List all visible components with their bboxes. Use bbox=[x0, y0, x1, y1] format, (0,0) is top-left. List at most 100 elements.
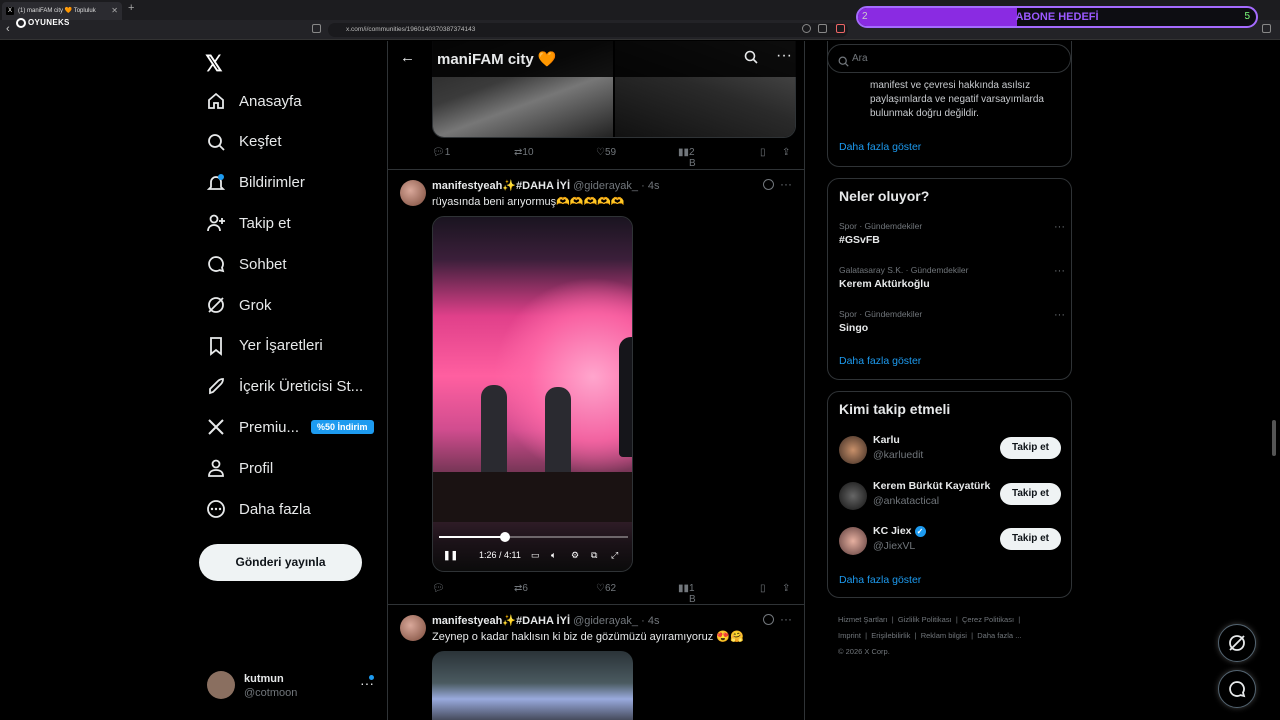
volume-icon[interactable]: 🔈︎ bbox=[551, 550, 556, 561]
repost-icon[interactable]: ⇄ 10 bbox=[514, 147, 534, 158]
avatar[interactable] bbox=[839, 482, 867, 510]
chat-fab-button[interactable] bbox=[1218, 670, 1256, 708]
more-options-icon[interactable]: ··· bbox=[776, 47, 792, 65]
avatar[interactable] bbox=[839, 527, 867, 555]
follow-button[interactable]: Takip et bbox=[1000, 437, 1061, 459]
scrollbar[interactable] bbox=[1272, 420, 1276, 456]
sidebar-item-2[interactable]: Bildirimler bbox=[205, 169, 305, 197]
tweet[interactable]: manifestyeah✨#DAHA İYİ @giderayak_ · 4s … bbox=[388, 604, 804, 720]
avatar[interactable] bbox=[400, 615, 426, 641]
tweet-author[interactable]: manifestyeah✨#DAHA İYİ @giderayak_ · 4s bbox=[432, 614, 659, 627]
tweet[interactable]: manifestyeah✨#DAHA İYİ @giderayak_ · 4s … bbox=[388, 169, 804, 605]
chat-icon bbox=[1229, 681, 1246, 698]
repost-icon[interactable]: ⇄ 6 bbox=[514, 583, 528, 594]
settings-icon[interactable]: ⚙︎ bbox=[571, 550, 579, 561]
trend-item[interactable]: Spor · Gündemdekiler Singo ··· bbox=[839, 309, 1065, 343]
tweet-text: rüyasında beni arıyormuş🫶🫶🫶🫶🫶 bbox=[432, 196, 625, 208]
show-more-link[interactable]: Daha fazla göster bbox=[839, 574, 921, 586]
back-arrow-icon[interactable]: ‹ bbox=[6, 23, 10, 35]
menu-icon[interactable] bbox=[1262, 24, 1271, 33]
brave-shield-icon[interactable] bbox=[836, 24, 845, 33]
sidebar-item-7[interactable]: İçerik Üreticisi St... bbox=[205, 373, 363, 401]
views-icon[interactable]: ▮▮ 2 B bbox=[678, 147, 696, 169]
more-options-icon[interactable]: ··· bbox=[780, 612, 792, 626]
avatar bbox=[207, 671, 235, 699]
show-more-link[interactable]: Daha fazla göster bbox=[839, 355, 921, 367]
footer-links: Hizmet Şartları | Gizlilik Politikası | … bbox=[838, 612, 1078, 660]
account-switcher[interactable]: kutmun @cotmoon ··· bbox=[207, 669, 377, 705]
search-input[interactable]: Ara bbox=[827, 44, 1071, 73]
tweet-media[interactable] bbox=[432, 651, 633, 720]
grok-icon[interactable] bbox=[763, 179, 774, 190]
post-button[interactable]: Gönderi yayınla bbox=[199, 544, 362, 581]
back-arrow-icon[interactable]: ← bbox=[400, 49, 415, 66]
sidebar-item-label: Premiu... bbox=[239, 418, 300, 436]
footer-link[interactable]: Hizmet Şartları bbox=[838, 615, 888, 624]
video-player[interactable]: ❚❚ 1:26 / 4:11 ▭ 🔈︎ ⚙︎ ⧉ ⤢ bbox=[432, 216, 633, 572]
tweet-author[interactable]: manifestyeah✨#DAHA İYİ @giderayak_ · 4s bbox=[432, 179, 659, 192]
footer-link[interactable]: Çerez Politikası bbox=[962, 615, 1014, 624]
x-logo-icon[interactable]: 𝕏 bbox=[205, 51, 223, 77]
sidebar-item-8[interactable]: Premiu... %50 İndirim bbox=[205, 413, 374, 441]
reply-icon[interactable]: 💬︎ bbox=[432, 583, 445, 594]
pip-icon[interactable]: ⧉ bbox=[591, 550, 597, 561]
follow-button[interactable]: Takip et bbox=[1000, 528, 1061, 550]
fullscreen-icon[interactable]: ⤢ bbox=[611, 550, 618, 561]
sidebar-item-4[interactable]: Sohbet bbox=[205, 250, 287, 278]
captions-icon[interactable]: ▭ bbox=[531, 550, 540, 561]
close-tab-icon[interactable]: ✕ bbox=[111, 2, 118, 20]
address-bar[interactable]: x.com/i/communities/1960140370387374143 bbox=[328, 23, 848, 37]
pause-icon[interactable]: ❚❚ bbox=[443, 550, 458, 561]
footer-link[interactable]: Daha fazla ... bbox=[977, 631, 1021, 640]
more-options-icon[interactable]: ··· bbox=[1054, 265, 1065, 277]
trend-name: #GSvFB bbox=[839, 234, 880, 246]
follow-suggestion[interactable]: KC Jiex ✓ @JiexVL Takip et bbox=[839, 525, 1063, 561]
sidebar-item-9[interactable]: Profil bbox=[205, 454, 273, 482]
show-more-link[interactable]: Daha fazla göster bbox=[839, 141, 921, 153]
grok-fab-button[interactable] bbox=[1218, 624, 1256, 662]
bookmark-page-icon[interactable] bbox=[312, 24, 321, 33]
rules-text: manifest ve çevresi hakkında asılsız pay… bbox=[870, 80, 1044, 119]
like-icon[interactable]: ♡ 59 bbox=[596, 147, 616, 158]
bookmark-icon[interactable]: ▯ bbox=[760, 583, 766, 594]
sidebar-item-1[interactable]: Keşfet bbox=[205, 128, 282, 156]
footer-link[interactable]: Erişilebilirlik bbox=[871, 631, 910, 640]
footer-link[interactable]: Reklam bilgisi bbox=[921, 631, 967, 640]
verified-badge-icon: ✓ bbox=[914, 525, 926, 537]
trend-item[interactable]: Galatasaray S.K. · Gündemdekiler Kerem A… bbox=[839, 265, 1065, 299]
video-progress-bar[interactable] bbox=[439, 532, 628, 542]
follow-button[interactable]: Takip et bbox=[1000, 483, 1061, 505]
like-icon[interactable]: ♡ 62 bbox=[596, 583, 616, 594]
avatar[interactable] bbox=[839, 436, 867, 464]
follow-suggestion[interactable]: Kerem Bürküt Kayatürk @ankatactical Taki… bbox=[839, 480, 1063, 516]
x-icon bbox=[205, 416, 227, 438]
sidebar-item-3[interactable]: Takip et bbox=[205, 209, 291, 237]
zoom-icon[interactable] bbox=[802, 24, 811, 33]
sidebar-item-5[interactable]: Grok bbox=[205, 291, 272, 319]
views-icon[interactable]: ▮▮ 1 B bbox=[678, 583, 696, 605]
tweet-actions: 💬︎ ⇄ 6 ♡ 62 ▮▮ 1 B ▯ ⇪ bbox=[432, 583, 798, 605]
reply-icon[interactable]: 💬︎ 1 bbox=[432, 147, 450, 158]
trend-name: Singo bbox=[839, 322, 869, 334]
bookmark-icon[interactable]: ▯ bbox=[760, 147, 766, 158]
sidebar-item-0[interactable]: Anasayfa bbox=[205, 87, 302, 115]
chat-icon bbox=[205, 253, 227, 275]
more-options-icon[interactable]: ··· bbox=[780, 177, 792, 191]
share-icon[interactable]: ⇪ bbox=[782, 147, 790, 158]
search-icon[interactable] bbox=[744, 50, 758, 69]
follow-suggestion[interactable]: Karlu @karluedit Takip et bbox=[839, 434, 1063, 470]
sidebar-item-10[interactable]: Daha fazla bbox=[205, 495, 311, 523]
grok-icon[interactable] bbox=[763, 614, 774, 625]
discount-badge: %50 İndirim bbox=[311, 420, 374, 435]
trend-item[interactable]: Spor · Gündemdekiler #GSvFB ··· bbox=[839, 221, 1065, 255]
avatar[interactable] bbox=[400, 180, 426, 206]
more-options-icon[interactable]: ··· bbox=[1054, 309, 1065, 321]
footer-link[interactable]: Imprint bbox=[838, 631, 861, 640]
share-icon[interactable]: ⇪ bbox=[782, 583, 790, 594]
footer-link[interactable]: Gizlilik Politikası bbox=[898, 615, 952, 624]
more-options-icon[interactable]: ··· bbox=[1054, 221, 1065, 233]
trends-card: Neler oluyor? Spor · Gündemdekiler #GSvF… bbox=[827, 178, 1072, 380]
sidebar-item-6[interactable]: Yer İşaretleri bbox=[205, 332, 323, 360]
new-tab-icon[interactable]: + bbox=[128, 2, 134, 14]
share-icon[interactable] bbox=[818, 24, 827, 33]
